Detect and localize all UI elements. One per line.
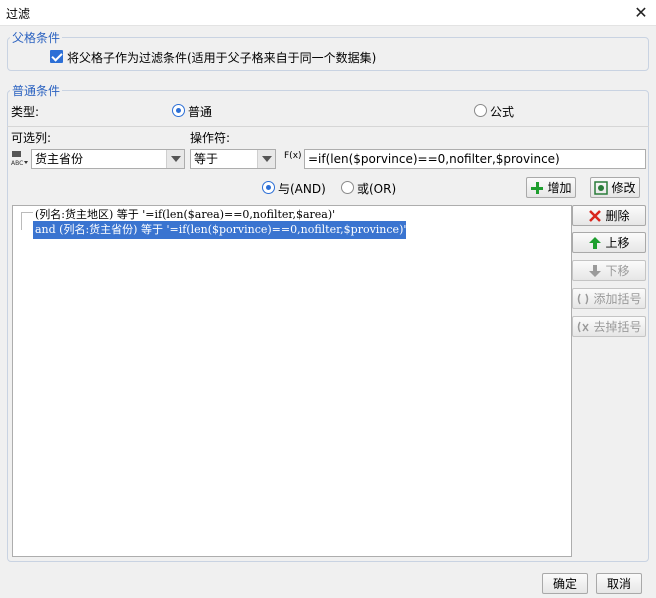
type-formula-radio[interactable] <box>474 104 487 117</box>
operator-label: 操作符: <box>190 131 231 145</box>
delete-icon <box>589 209 602 222</box>
remove-bracket-icon <box>578 321 590 332</box>
bracket-icon <box>578 293 589 304</box>
type-formula-label: 公式 <box>490 105 515 119</box>
bracket-indicator <box>21 212 33 230</box>
list-item-selected[interactable]: and (列名:货主省份) 等于 '=if(len($porvince)==0,… <box>33 221 407 239</box>
column-type-icon: ABC <box>11 151 28 167</box>
modify-button[interactable]: 修改 <box>590 177 640 198</box>
type-normal-radio[interactable] <box>172 104 185 117</box>
logic-and-label: 与(AND) <box>278 182 326 196</box>
edit-icon <box>594 180 609 195</box>
plus-icon <box>531 181 544 194</box>
logic-and-radio[interactable] <box>262 181 275 194</box>
divider <box>7 126 649 127</box>
ok-button[interactable]: 确定 <box>542 573 588 594</box>
move-down-button[interactable]: 下移 <box>572 260 646 281</box>
chevron-down-icon[interactable] <box>257 150 275 168</box>
operator-select-value: 等于 <box>194 152 219 166</box>
move-up-button[interactable]: 上移 <box>572 232 646 253</box>
cancel-button[interactable]: 取消 <box>596 573 642 594</box>
remove-bracket-button[interactable]: 去掉括号 <box>572 316 646 337</box>
chevron-down-icon[interactable] <box>166 150 184 168</box>
formula-input[interactable]: =if(len($porvince)==0,nofilter,$province… <box>304 149 646 169</box>
parent-filter-checkbox[interactable] <box>50 50 63 63</box>
parent-condition-title: 父格条件 <box>10 29 63 46</box>
delete-button[interactable]: 删除 <box>572 205 646 226</box>
column-select-value: 货主省份 <box>35 152 84 166</box>
fx-icon[interactable]: F(x) <box>284 151 302 161</box>
operator-select[interactable]: 等于 <box>190 149 276 169</box>
title-bar: 过滤 ✕ <box>0 0 656 26</box>
add-button[interactable]: 增加 <box>526 177 576 198</box>
type-normal-label: 普通 <box>188 105 213 119</box>
column-select[interactable]: 货主省份 <box>31 149 185 169</box>
arrow-up-icon <box>589 236 602 249</box>
parent-filter-label: 将父格子作为过滤条件(适用于父子格来自于同一个数据集) <box>67 51 377 65</box>
add-bracket-button[interactable]: 添加括号 <box>572 288 646 309</box>
window-title: 过滤 <box>6 7 31 21</box>
condition-list[interactable]: (列名:货主地区) 等于 '=if(len($area)==0,nofilter… <box>12 205 572 557</box>
column-label: 可选列: <box>11 131 52 145</box>
logic-or-label: 或(OR) <box>357 182 397 196</box>
arrow-down-icon <box>589 264 602 277</box>
svg-text:ABC: ABC <box>11 160 23 167</box>
logic-or-radio[interactable] <box>341 181 354 194</box>
type-label: 类型: <box>11 105 40 119</box>
close-icon[interactable]: ✕ <box>630 2 652 24</box>
formula-input-value: =if(len($porvince)==0,nofilter,$province… <box>308 152 560 166</box>
normal-condition-title: 普通条件 <box>10 82 63 99</box>
